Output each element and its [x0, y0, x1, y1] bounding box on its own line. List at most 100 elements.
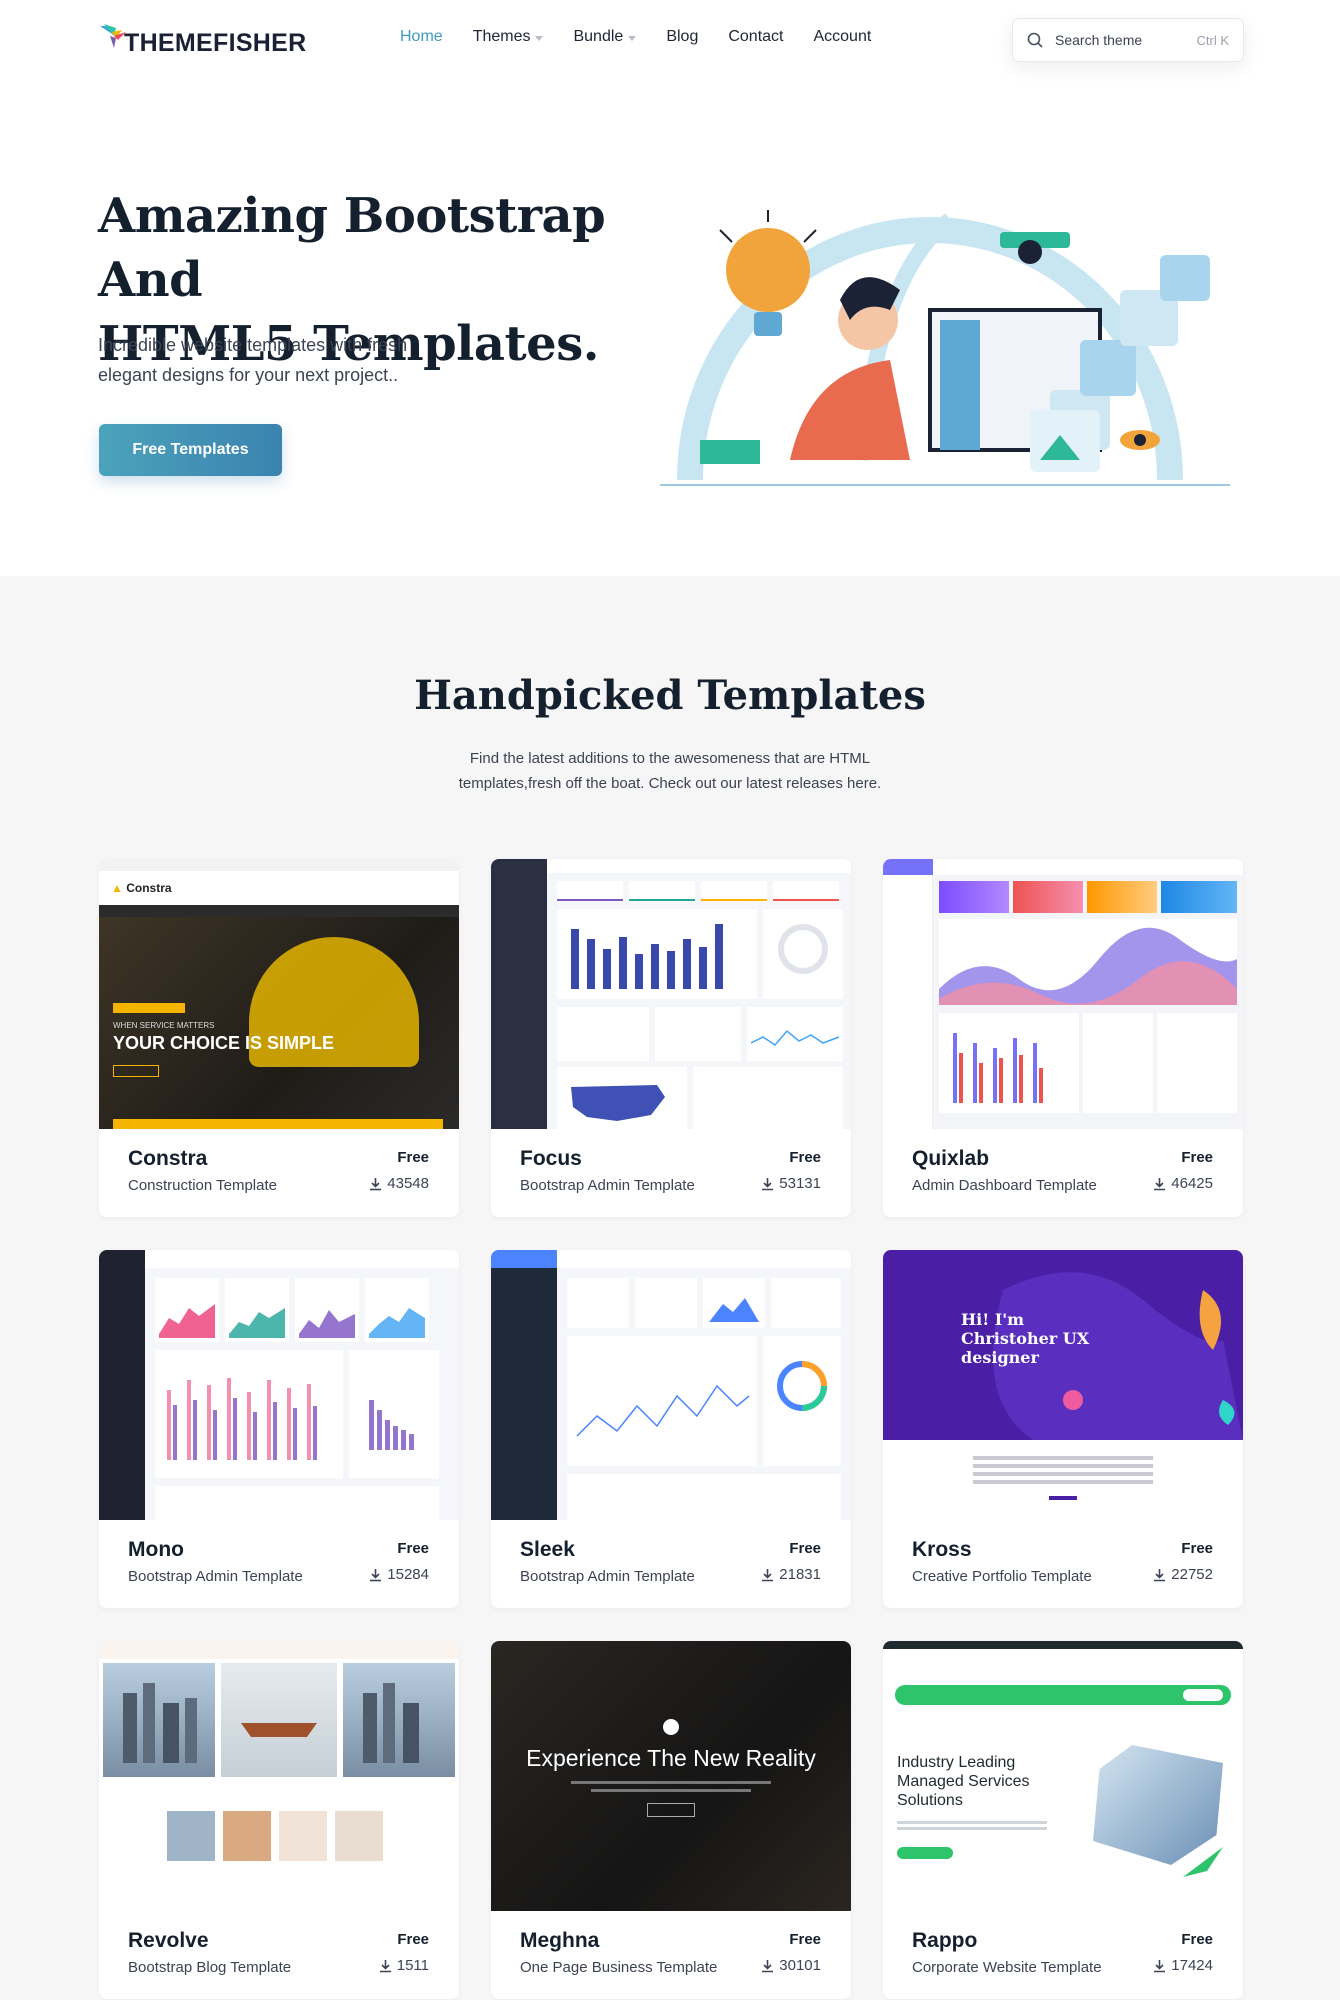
search-shortcut: Ctrl K: [1196, 32, 1230, 48]
template-thumbnail: Industry Leading Managed Services Soluti…: [883, 1641, 1243, 1911]
template-card-meghna[interactable]: Experience The New Reality Meghna One Pa…: [491, 1641, 851, 1999]
nav-themes[interactable]: Themes: [473, 28, 544, 46]
brand-logo[interactable]: THEMEFISHER: [98, 14, 306, 58]
section-subtitle-line2: templates,fresh off the boat. Check out …: [458, 775, 882, 792]
template-downloads: 17424: [1153, 1957, 1213, 1974]
template-desc: Creative Portfolio Template: [912, 1568, 1092, 1585]
download-icon: [370, 1568, 382, 1581]
preview-headline: YOUR CHOICE IS SIMPLE: [113, 1033, 335, 1053]
template-desc: Bootstrap Admin Template: [128, 1568, 303, 1585]
download-count: 43548: [387, 1175, 429, 1192]
template-name: Rappo: [912, 1929, 978, 1952]
template-desc: Bootstrap Admin Template: [520, 1568, 695, 1585]
nav-home-label: Home: [400, 28, 443, 45]
template-card-kross[interactable]: Hi! I'm Christoher UX designer Kross Cre…: [883, 1250, 1243, 1608]
download-count: 22752: [1171, 1566, 1213, 1583]
preview-kicker: WHEN SERVICE MATTERS: [113, 1021, 215, 1030]
template-downloads: 53131: [761, 1175, 821, 1192]
template-downloads: 43548: [369, 1175, 429, 1192]
search-box[interactable]: Search theme Ctrl K: [1012, 18, 1244, 62]
template-name: Revolve: [128, 1929, 209, 1952]
template-thumbnail: ▲ Constra WHEN SERVICE MATTERS YOUR CHOI…: [99, 859, 459, 1129]
template-price: Free: [789, 1149, 821, 1166]
download-count: 46425: [1171, 1175, 1213, 1192]
handpicked-section: Handpicked Templates Find the latest add…: [0, 576, 1340, 2000]
template-price: Free: [397, 1931, 429, 1948]
template-card-mono[interactable]: Mono Bootstrap Admin Template Free 15284: [99, 1250, 459, 1608]
template-name: Constra: [128, 1147, 208, 1170]
template-thumbnail: [491, 859, 851, 1129]
search-icon: [1027, 32, 1043, 48]
download-count: 53131: [779, 1175, 821, 1192]
template-desc: Admin Dashboard Template: [912, 1177, 1097, 1194]
hero-title-line1: Amazing Bootstrap And: [98, 188, 606, 308]
section-subtitle: Find the latest additions to the awesome…: [420, 746, 920, 796]
brand-name: THEMEFISHER: [124, 29, 307, 57]
download-count: 21831: [779, 1566, 821, 1583]
nav-account[interactable]: Account: [813, 28, 871, 46]
template-desc: Construction Template: [128, 1177, 277, 1194]
template-price: Free: [1181, 1540, 1213, 1557]
hummingbird-icon: [98, 22, 126, 50]
chevron-down-icon: [535, 35, 544, 41]
template-downloads: 15284: [369, 1566, 429, 1583]
template-card-constra[interactable]: ▲ Constra WHEN SERVICE MATTERS YOUR CHOI…: [99, 859, 459, 1217]
download-count: 1511: [396, 1957, 429, 1974]
template-desc: Bootstrap Admin Template: [520, 1177, 695, 1194]
template-thumbnail: [99, 1250, 459, 1520]
section-subtitle-line1: Find the latest additions to the awesome…: [469, 750, 871, 767]
template-price: Free: [397, 1149, 429, 1166]
template-downloads: 46425: [1153, 1175, 1213, 1192]
template-price: Free: [1181, 1931, 1213, 1948]
search-placeholder: Search theme: [1055, 32, 1143, 48]
template-price: Free: [789, 1540, 821, 1557]
download-icon: [1154, 1177, 1166, 1190]
template-price: Free: [397, 1540, 429, 1557]
template-downloads: 30101: [761, 1957, 821, 1974]
template-card-revolve[interactable]: Revolve Bootstrap Blog Template Free 151…: [99, 1641, 459, 1999]
template-card-focus[interactable]: Focus Bootstrap Admin Template Free 5313…: [491, 859, 851, 1217]
nav-blog[interactable]: Blog: [666, 28, 698, 46]
nav-home[interactable]: Home: [400, 28, 443, 46]
download-count: 17424: [1171, 1957, 1213, 1974]
template-thumbnail: [99, 1641, 459, 1911]
template-name: Mono: [128, 1538, 184, 1561]
preview-headline: Industry Leading Managed Services Soluti…: [897, 1754, 1030, 1809]
template-card-quixlab[interactable]: Quixlab Admin Dashboard Template Free 46…: [883, 859, 1243, 1217]
template-thumbnail: Experience The New Reality: [491, 1641, 851, 1911]
template-desc: Corporate Website Template: [912, 1959, 1102, 1976]
template-name: Meghna: [520, 1929, 600, 1952]
template-name: Quixlab: [912, 1147, 990, 1170]
download-icon: [370, 1177, 382, 1190]
hero-subtitle-line1: Incredible website templates with fresh: [98, 335, 408, 355]
template-name: Focus: [520, 1147, 582, 1170]
nav-bundle-label: Bundle: [573, 28, 624, 45]
template-thumbnail: [491, 1250, 851, 1520]
template-thumbnail: [883, 859, 1243, 1129]
template-desc: Bootstrap Blog Template: [128, 1959, 292, 1976]
download-icon: [762, 1568, 774, 1581]
chevron-down-icon: [628, 35, 637, 41]
download-icon: [762, 1959, 774, 1972]
template-card-rappo[interactable]: Industry Leading Managed Services Soluti…: [883, 1641, 1243, 1999]
free-templates-button[interactable]: Free Templates: [99, 424, 282, 476]
site-header: THEMEFISHER Home Themes Bundle Blog Cont…: [0, 0, 1340, 84]
nav-bundle[interactable]: Bundle: [573, 28, 637, 46]
download-icon: [762, 1177, 774, 1190]
nav-contact[interactable]: Contact: [728, 28, 783, 46]
main-nav: Home Themes Bundle Blog Contact Account: [400, 28, 901, 46]
section-title: Handpicked Templates: [414, 672, 926, 719]
template-downloads: 21831: [761, 1566, 821, 1583]
hero-illustration: [650, 160, 1280, 500]
hero-subtitle-line2: elegant designs for your next project..: [98, 365, 399, 385]
preview-headline: Experience The New Reality: [526, 1745, 816, 1771]
download-count: 30101: [779, 1957, 821, 1974]
download-count: 15284: [387, 1566, 429, 1583]
preview-headline: Hi! I'm Christoher UX designer: [961, 1310, 1090, 1367]
nav-account-label: Account: [813, 28, 872, 45]
template-price: Free: [789, 1931, 821, 1948]
template-desc: One Page Business Template: [520, 1959, 718, 1976]
template-card-sleek[interactable]: Sleek Bootstrap Admin Template Free 2183…: [491, 1250, 851, 1608]
template-price: Free: [1181, 1149, 1213, 1166]
download-icon: [379, 1959, 391, 1972]
